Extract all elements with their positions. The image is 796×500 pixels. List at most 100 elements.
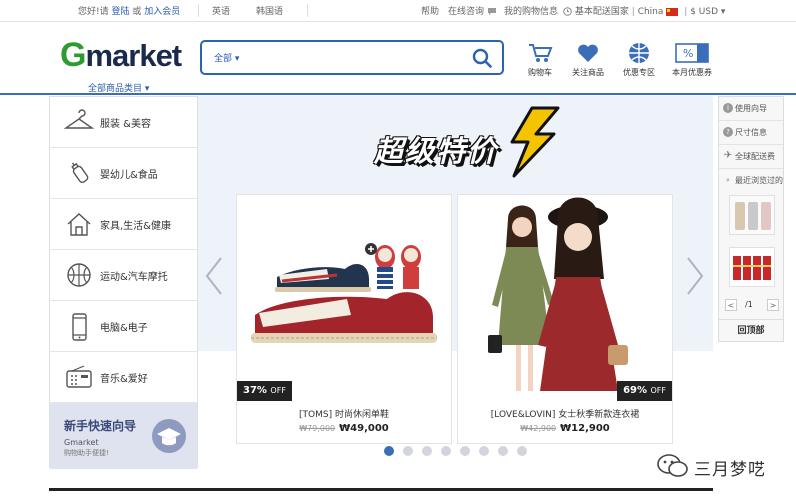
pager-next-button[interactable]: >: [767, 299, 779, 311]
category-item-computer-electronics[interactable]: 电脑&电子: [50, 301, 197, 352]
banner-headline: 超级特价: [374, 106, 574, 178]
info-icon: i: [723, 103, 733, 113]
category-label: 服装 &美容: [100, 119, 151, 130]
question-icon: ?: [723, 127, 733, 137]
quick-menu-panel: i 使用向导 ? 尺寸信息 ✈ 全球配送费 ⌕ 最近浏览过的 < /1 > 回顶部: [718, 96, 784, 342]
help-link[interactable]: 帮助: [421, 4, 439, 17]
category-item-home-health[interactable]: 家具,生活&健康: [50, 199, 197, 250]
login-link[interactable]: 登陆: [111, 7, 129, 17]
category-item-baby-food[interactable]: 婴幼儿&食品: [50, 148, 197, 199]
category-label: 运动&汽车摩托: [100, 272, 168, 283]
country-label: China: [637, 7, 664, 17]
clock-icon: [563, 7, 572, 16]
lang-ko-link[interactable]: 韩国语: [256, 4, 283, 17]
guide-title: 新手快速向导: [64, 419, 137, 433]
category-item-sports-auto[interactable]: 运动&汽车摩托: [50, 250, 197, 301]
product-price: ₩79,000 ₩49,000: [237, 423, 451, 434]
svg-text:%: %: [683, 47, 693, 60]
china-flag-icon: [666, 7, 679, 16]
deals-zone-button[interactable]: 优惠专区: [609, 42, 669, 78]
radio-icon: [66, 365, 92, 388]
all-categories-label: 全部商品类目: [88, 84, 143, 94]
login-prompt: 您好!请 登陆 或 加入会员: [78, 4, 180, 17]
carousel-dot[interactable]: [384, 446, 394, 456]
discount-off-label: OFF: [650, 386, 667, 395]
coupon-button[interactable]: % 本月优惠券: [662, 42, 722, 78]
graduation-cap-icon: [152, 419, 186, 453]
online-consult-label: 在线咨询: [448, 7, 485, 17]
chevron-down-icon: ▾: [232, 54, 240, 64]
original-price: ₩79,000: [299, 424, 336, 433]
baby-bottle-icon: [71, 162, 89, 184]
currency-label: $ USD: [690, 7, 719, 17]
my-shopping-link[interactable]: 我的购物信息: [504, 4, 558, 17]
heart-icon: [578, 44, 598, 62]
bottom-divider: [49, 488, 713, 491]
top-bar: 您好!请 登陆 或 加入会员 英语 韩国语 帮助 在线咨询 我的购物信息 基本配…: [0, 0, 796, 22]
carousel-dot[interactable]: [517, 446, 527, 456]
greeting-text: 您好!请: [78, 7, 109, 17]
join-link[interactable]: 加入会员: [144, 7, 180, 17]
pager-prev-button[interactable]: <: [725, 299, 737, 311]
category-label: 婴幼儿&食品: [100, 170, 158, 181]
house-icon: [67, 213, 91, 236]
category-item-music-hobby[interactable]: 音乐&爱好: [50, 352, 197, 403]
quick-menu-shipping-fee[interactable]: ✈ 全球配送费: [719, 145, 783, 169]
quick-menu-label: 全球配送费: [735, 152, 775, 161]
recent-items-pager: < /1 >: [725, 299, 779, 313]
quick-menu-recently-viewed: ⌕ 最近浏览过的: [719, 169, 783, 193]
quick-menu-label: 使用向导: [735, 104, 767, 113]
deals-zone-label: 优惠专区: [623, 68, 655, 77]
beginner-guide-panel[interactable]: 新手快速向导 Gmarket 购物助手便捷!: [50, 403, 197, 469]
ball-icon: [67, 263, 91, 287]
carousel-dot[interactable]: [498, 446, 508, 456]
carousel-dot[interactable]: [460, 446, 470, 456]
hanger-icon: [64, 109, 94, 129]
quick-menu-label: 尺寸信息: [735, 128, 767, 137]
lightning-bolt-icon: [510, 106, 560, 178]
carousel-dot[interactable]: [403, 446, 413, 456]
discount-value: 69%: [623, 385, 648, 396]
online-consult-link[interactable]: 在线咨询: [448, 4, 497, 17]
promo-banner: 超级特价 37% OFF [TOMS] 时尚休闲单鞋 ₩79,000 ₩49,0…: [198, 96, 713, 468]
sale-price: ₩12,900: [560, 423, 610, 434]
category-item-fashion[interactable]: 服装 &美容: [50, 97, 197, 148]
product-price: ₩42,900 ₩12,900: [458, 423, 672, 434]
logo-g: G: [60, 36, 86, 74]
product-card[interactable]: 37% OFF [TOMS] 时尚休闲单鞋 ₩79,000 ₩49,000: [236, 194, 452, 444]
product-name[interactable]: [LOVE&LOVIN] 女士秋季新款连衣裙: [458, 407, 672, 420]
headline-text: 超级特价: [374, 134, 499, 168]
search-scope-dropdown[interactable]: 全部 ▾: [214, 51, 239, 64]
back-to-top-button[interactable]: 回顶部: [719, 319, 783, 341]
all-categories-link[interactable]: 全部商品类目 ▾: [88, 81, 149, 94]
search-scope-label: 全部: [214, 54, 233, 64]
delivery-country-selector[interactable]: 基本配送国家 | China | $ USD ▾: [563, 4, 725, 17]
chevron-down-icon: ▾: [718, 7, 726, 17]
carousel-dot[interactable]: [422, 446, 432, 456]
quick-menu-size-info[interactable]: ? 尺寸信息: [719, 121, 783, 145]
search-input[interactable]: [262, 46, 462, 70]
sale-price: ₩49,000: [339, 423, 389, 434]
recent-item-thumbnail[interactable]: [729, 195, 775, 235]
airplane-icon: ✈: [723, 150, 733, 161]
search-icon[interactable]: [472, 48, 492, 68]
lang-en-link[interactable]: 英语: [212, 4, 230, 17]
smartphone-icon: [72, 313, 87, 341]
discount-badge: 37% OFF: [237, 381, 292, 401]
prev-arrow-icon[interactable]: [204, 256, 224, 296]
or-text: 或: [132, 7, 142, 17]
product-image-dresses: [458, 195, 672, 401]
original-price: ₩42,900: [520, 424, 557, 433]
recent-item-thumbnail[interactable]: [729, 247, 775, 287]
search-bar: 全部 ▾: [200, 40, 504, 75]
discount-off-label: OFF: [270, 386, 286, 395]
category-label: 电脑&电子: [100, 323, 148, 334]
carousel-dot[interactable]: [441, 446, 451, 456]
gmarket-logo[interactable]: Gmarket: [60, 36, 182, 75]
next-arrow-icon[interactable]: [685, 256, 705, 296]
carousel-dot[interactable]: [479, 446, 489, 456]
product-card[interactable]: 69% OFF [LOVE&LOVIN] 女士秋季新款连衣裙 ₩42,900 ₩1…: [457, 194, 673, 444]
product-name[interactable]: [TOMS] 时尚休闲单鞋: [237, 407, 451, 420]
quick-menu-usage-guide[interactable]: i 使用向导: [719, 97, 783, 121]
quick-menu-label: 最近浏览过的: [735, 176, 783, 185]
